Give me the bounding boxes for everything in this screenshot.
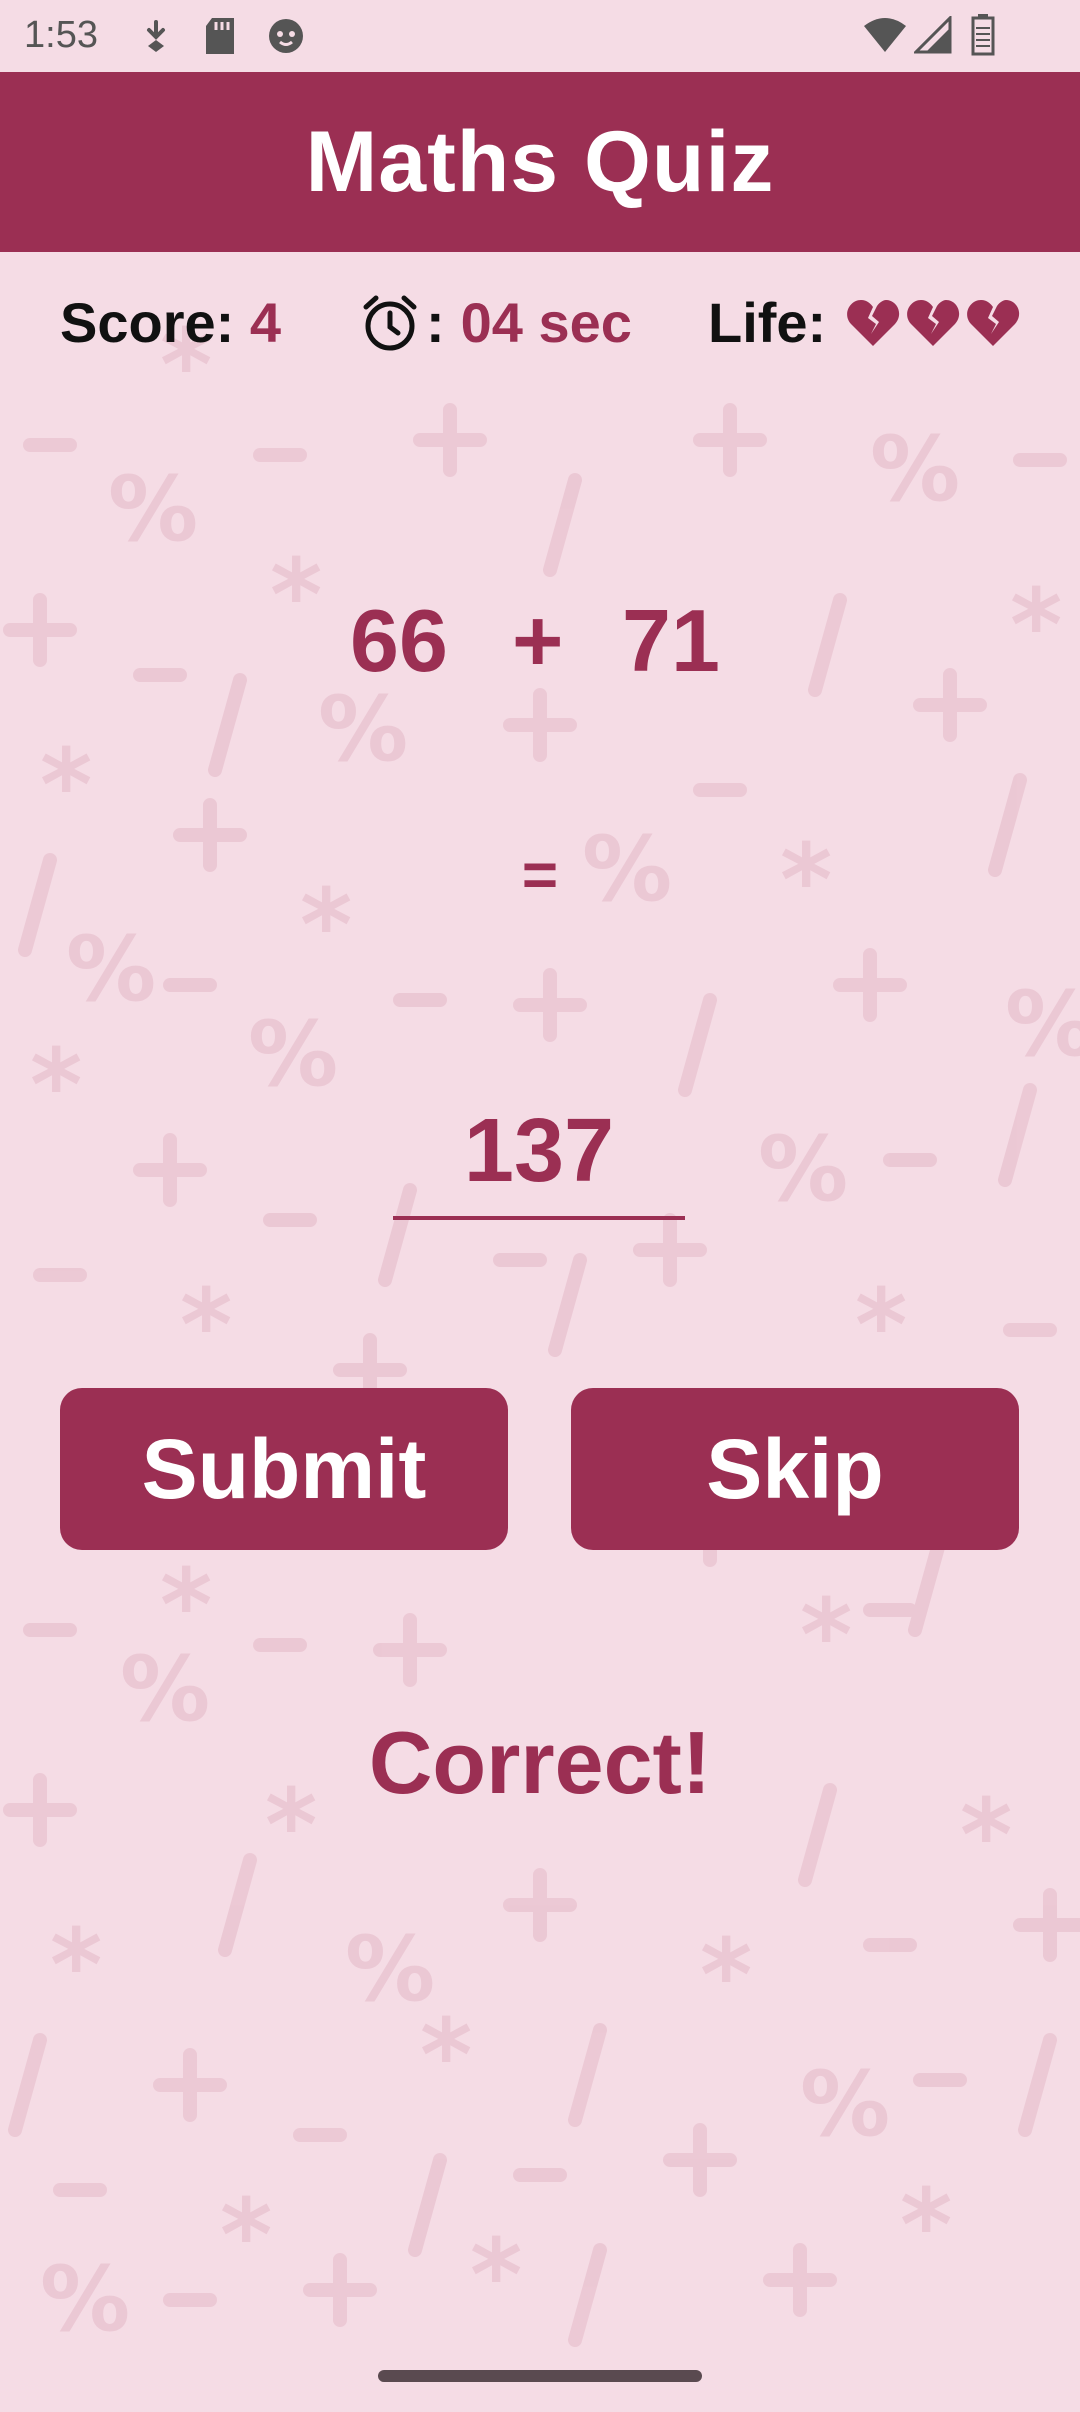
score-label: Score: (60, 291, 235, 354)
svg-text:*: * (160, 1547, 212, 1664)
svg-text:*: * (420, 1997, 472, 2114)
stats-row: Score: 4 : 04 sec Life: (0, 290, 1080, 360)
svg-text:*: * (900, 2167, 952, 2284)
svg-text:%: % (108, 457, 198, 562)
score-display: Score: 4 (60, 290, 281, 355)
svg-text:*: * (220, 2177, 272, 2294)
svg-text:%: % (758, 1117, 848, 1222)
operator: + (512, 591, 564, 690)
cat-face-icon (269, 19, 303, 53)
timer-display: : 04 sec (360, 290, 632, 355)
question-equation: 66 + 71 (0, 590, 1080, 690)
battery-icon (971, 14, 995, 56)
svg-text:*: * (50, 1907, 102, 2024)
status-bar: 1:53 (0, 0, 1080, 72)
home-indicator[interactable] (378, 2370, 702, 2382)
wifi-icon (864, 18, 906, 52)
submit-button[interactable]: Submit (60, 1388, 508, 1550)
svg-text:%: % (870, 417, 960, 522)
answer-input[interactable]: 137 (393, 1096, 685, 1220)
svg-text:*: * (470, 2217, 522, 2334)
broken-heart-icon (847, 299, 900, 346)
operand-1: 66 (350, 591, 448, 690)
broken-heart-icon (907, 299, 960, 346)
timer-value: 04 sec (460, 291, 632, 354)
life-label: Life: (708, 291, 827, 354)
life-display: Life: (708, 290, 1020, 355)
alarm-clock-icon (363, 295, 417, 350)
svg-text:%: % (248, 1002, 338, 1107)
svg-text:*: * (855, 1267, 907, 1384)
svg-text:%: % (40, 2247, 130, 2352)
score-value: 4 (249, 291, 282, 354)
broken-heart-icon (967, 299, 1020, 346)
svg-text:*: * (180, 1267, 232, 1384)
svg-text:*: * (40, 727, 92, 844)
signal-icon (914, 16, 952, 54)
skip-button[interactable]: Skip (571, 1388, 1019, 1550)
download-icon (147, 20, 165, 52)
app-title: Maths Quiz (305, 113, 775, 210)
svg-text:*: * (800, 1577, 852, 1694)
feedback-message: Correct! (368, 1713, 712, 1812)
svg-text:%: % (800, 2052, 890, 2157)
svg-text:%: % (1005, 972, 1080, 1077)
svg-text:*: * (700, 1917, 752, 2034)
sd-card-icon (206, 18, 234, 54)
timer-label: : (426, 291, 445, 354)
svg-text:%: % (318, 677, 408, 782)
svg-text:%: % (66, 917, 156, 1022)
svg-text:*: * (30, 1027, 82, 1144)
equals-sign: = (521, 841, 559, 910)
operand-2: 71 (622, 591, 720, 690)
app-bar: Maths Quiz (0, 72, 1080, 252)
status-time: 1:53 (24, 14, 98, 56)
